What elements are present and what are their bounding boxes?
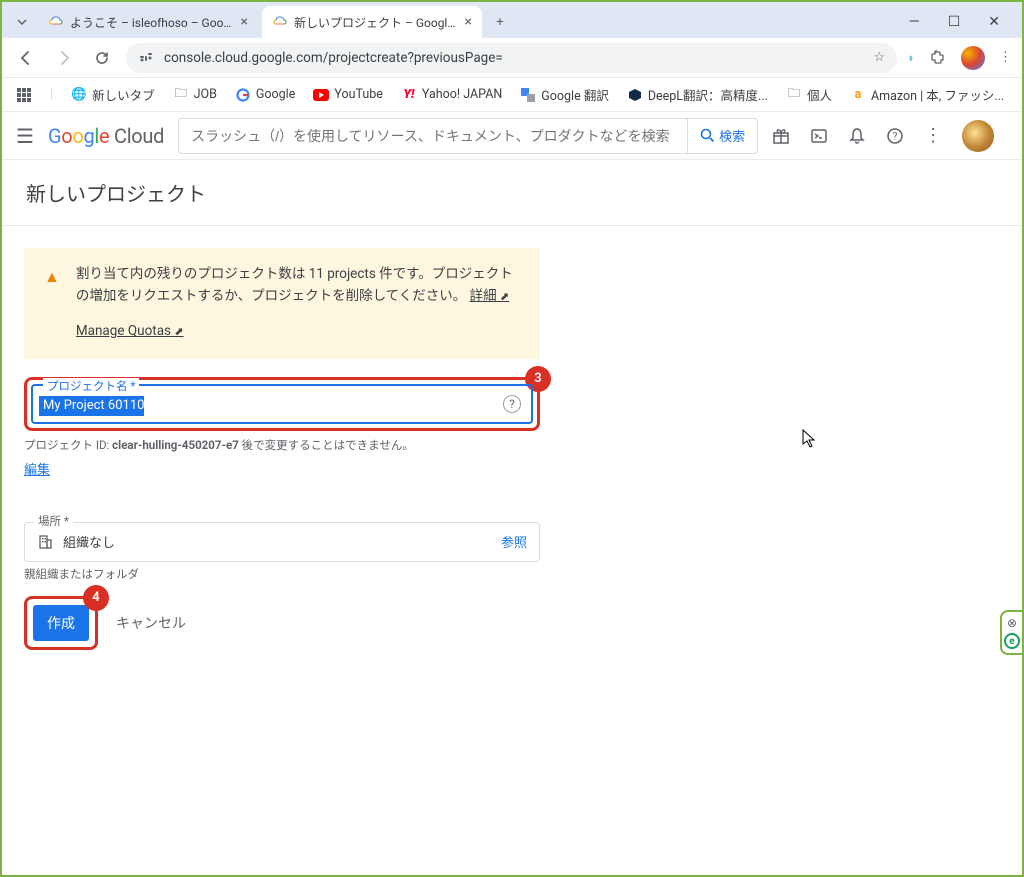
cancel-button[interactable]: キャンセル <box>116 613 186 633</box>
organization-icon <box>37 534 53 550</box>
yahoo-icon: Y! <box>401 87 417 103</box>
separator: | <box>50 87 53 102</box>
gcp-favicon-icon <box>48 14 64 30</box>
field-help-icon[interactable]: ? <box>503 395 521 413</box>
cloud-shell-icon[interactable] <box>810 127 828 145</box>
project-name-group: 3 プロジェクト名 * My Project 60110 ? <box>24 377 540 431</box>
create-button[interactable]: 作成 <box>33 605 89 641</box>
widget-close-icon[interactable]: ⊗ <box>1007 616 1017 630</box>
bookmark-star-icon[interactable]: ☆ <box>873 50 885 65</box>
location-hint: 親組織またはフォルダ <box>24 566 540 582</box>
youtube-icon <box>313 87 329 103</box>
edit-link[interactable]: 編集 <box>24 459 50 478</box>
amazon-icon: a <box>850 87 866 103</box>
location-field: 組織なし 参照 <box>24 522 540 562</box>
details-link[interactable]: 詳細 ⬈ <box>470 288 510 304</box>
close-icon[interactable]: × <box>465 14 472 30</box>
tab-1[interactable]: 新しいプロジェクト – Google Cloud × <box>262 6 482 38</box>
account-avatar[interactable] <box>962 120 994 152</box>
close-window-icon[interactable]: ✕ <box>988 14 1000 30</box>
bookmark-yahoo[interactable]: Y!Yahoo! JAPAN <box>401 87 502 103</box>
back-button[interactable] <box>12 44 40 72</box>
gcp-favicon-icon <box>272 14 288 30</box>
annotation-badge-4: 4 <box>83 585 109 611</box>
forward-button[interactable] <box>50 44 78 72</box>
deepl-icon <box>627 87 643 103</box>
google-g-icon <box>235 87 251 103</box>
search-button[interactable]: 検索 <box>687 119 757 153</box>
warn-text: 割り当て内の残りのプロジェクト数は <box>76 266 309 282</box>
project-name-label: プロジェクト名 * <box>43 378 139 394</box>
gift-icon[interactable] <box>772 127 790 145</box>
address-bar[interactable]: console.cloud.google.com/projectcreate?p… <box>126 43 897 73</box>
bookmark-gtranslate[interactable]: Google 翻訳 <box>520 85 609 104</box>
location-value: 組織なし <box>63 532 491 551</box>
external-link-icon: ⬈ <box>500 290 509 303</box>
manage-quotas-link[interactable]: Manage Quotas ⬈ <box>76 321 184 343</box>
site-settings-icon[interactable] <box>138 50 154 66</box>
folder-icon: 🗀 <box>173 87 189 103</box>
tab-title: ようこそ – isleofhoso – Google Cl <box>70 14 235 31</box>
quota-warning: ▲ 割り当て内の残りのプロジェクト数は 11 projects 件です。プロジェ… <box>24 248 540 359</box>
url-text: console.cloud.google.com/projectcreate?p… <box>164 50 503 66</box>
extensions-icon[interactable] <box>929 49 947 67</box>
bookmark-amazon[interactable]: aAmazon | 本, ファッシ... <box>850 85 1004 104</box>
notifications-icon[interactable] <box>848 127 866 145</box>
tab-title: 新しいプロジェクト – Google Cloud <box>294 14 459 31</box>
bookmark-job[interactable]: 🗀JOB <box>173 87 217 103</box>
svg-text:?: ? <box>893 131 898 142</box>
browse-button[interactable]: 参照 <box>501 532 527 551</box>
project-name-input[interactable]: My Project 60110 <box>39 396 144 416</box>
mouse-cursor-icon <box>802 429 816 449</box>
search-input[interactable] <box>179 119 687 153</box>
warning-icon: ▲ <box>44 264 60 343</box>
bookmark-personal[interactable]: 🗀個人 <box>786 85 832 104</box>
minimize-icon[interactable]: — <box>909 14 920 30</box>
external-link-icon: ⬈ <box>174 325 183 338</box>
side-widget[interactable]: ⊗ e <box>1000 610 1024 655</box>
warn-projects: 11 projects <box>309 266 376 282</box>
reload-button[interactable] <box>88 44 116 72</box>
bookmark-deepl[interactable]: DeepL翻訳：高精度... <box>627 85 768 104</box>
folder-icon: 🗀 <box>786 87 802 103</box>
search-box[interactable]: 検索 <box>178 118 758 154</box>
project-id-hint: プロジェクト ID: clear-hulling-450207-e7 後で変更す… <box>24 437 540 453</box>
bookmark-youtube[interactable]: YouTube <box>313 87 383 103</box>
hamburger-menu-icon[interactable]: ☰ <box>16 124 34 148</box>
globe-icon: 🌐 <box>71 87 87 103</box>
profile-avatar[interactable] <box>961 46 985 70</box>
more-menu-icon[interactable]: ⋮ <box>924 125 942 146</box>
search-icon <box>700 128 715 143</box>
widget-e-icon[interactable]: e <box>1004 633 1020 649</box>
location-label: 場所 * <box>34 513 73 529</box>
bookmark-newtab[interactable]: 🌐新しいタブ <box>71 85 155 104</box>
page-title: 新しいプロジェクト <box>2 160 1022 226</box>
help-icon[interactable]: ? <box>886 127 904 145</box>
tab-dropdown[interactable] <box>10 10 34 34</box>
chrome-menu-icon[interactable]: ⋮ <box>999 50 1012 65</box>
extension-dolphin-icon[interactable]: ◗ <box>907 50 915 66</box>
apps-grid-icon[interactable] <box>16 87 32 103</box>
tab-0[interactable]: ようこそ – isleofhoso – Google Cl × <box>38 6 258 38</box>
close-icon[interactable]: × <box>241 14 248 30</box>
new-tab-button[interactable]: + <box>486 8 514 36</box>
maximize-icon[interactable]: ☐ <box>948 14 961 30</box>
google-cloud-logo[interactable]: Google Cloud <box>48 124 164 148</box>
create-wrap: 4 作成 <box>24 596 98 650</box>
bookmark-google[interactable]: Google <box>235 87 295 103</box>
translate-icon <box>520 87 536 103</box>
